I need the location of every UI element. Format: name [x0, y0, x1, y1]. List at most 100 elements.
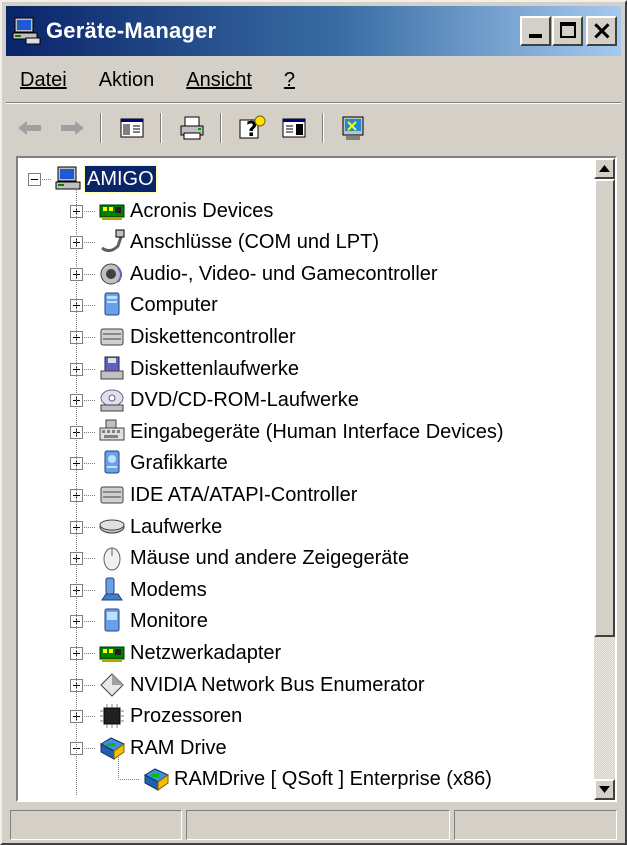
category-label[interactable]: Eingabegeräte (Human Interface Devices) — [128, 419, 506, 445]
tree-category-node[interactable]: NVIDIA Network Bus Enumerator — [18, 670, 595, 701]
status-pane-1 — [10, 810, 182, 840]
category-label[interactable]: Modems — [128, 577, 209, 603]
category-label[interactable]: NVIDIA Network Bus Enumerator — [128, 672, 427, 698]
forward-button[interactable] — [54, 110, 90, 146]
scan-hardware-button[interactable] — [336, 110, 372, 146]
controller-icon — [100, 486, 124, 504]
diamond-icon — [100, 672, 124, 697]
status-pane-3 — [454, 810, 617, 840]
print-icon — [180, 116, 204, 140]
maximize-icon — [560, 22, 576, 38]
toolbar-separator — [160, 113, 162, 143]
menu-ansicht-label: Ansicht — [186, 68, 252, 91]
device-tree-view[interactable]: AMIGO Acronis Devices Anschlüsse (COM und … — [16, 156, 617, 802]
minimize-button[interactable] — [520, 16, 551, 46]
scroll-down-button[interactable] — [594, 779, 615, 800]
tree-connector-line — [84, 431, 96, 433]
category-label[interactable]: Computer — [128, 292, 220, 318]
scroll-up-button[interactable] — [594, 158, 615, 179]
category-label[interactable]: Diskettenlaufwerke — [128, 356, 301, 382]
category-label[interactable]: Acronis Devices — [128, 198, 275, 224]
show-hide-console-tree-button[interactable] — [114, 110, 150, 146]
tree-category-node[interactable]: Monitore — [18, 606, 595, 637]
tree-connector-line — [84, 621, 96, 623]
category-label[interactable]: RAM Drive — [128, 735, 229, 761]
tree-connector-line — [84, 684, 96, 686]
tree-connector-line — [84, 589, 96, 591]
tree-root-node[interactable]: AMIGO — [18, 164, 595, 195]
help-button[interactable]: ? — [234, 110, 270, 146]
forward-arrow-icon — [61, 121, 84, 135]
maximize-button[interactable] — [552, 16, 583, 46]
window-title: Geräte-Manager — [46, 18, 217, 43]
scrollbar-thumb[interactable] — [594, 179, 615, 637]
menu-datei-label: Datei — [20, 68, 67, 91]
tree-category-node[interactable]: Modems — [18, 575, 595, 606]
tree-category-node[interactable]: Laufwerke — [18, 512, 595, 543]
root-collapse-button[interactable] — [28, 173, 41, 186]
category-label[interactable]: Diskettencontroller — [128, 324, 298, 350]
tree-connector-line — [84, 495, 96, 496]
tree-category-node[interactable]: Mäuse und andere Zeigegeräte — [18, 543, 595, 574]
root-label[interactable]: AMIGO — [84, 165, 157, 193]
category-label[interactable]: Audio-, Video- und Gamecontroller — [128, 261, 440, 287]
ram-drive-icon — [99, 737, 125, 760]
device-manager-icon — [12, 17, 41, 45]
menu-datei[interactable]: Datei — [6, 69, 79, 92]
port-icon — [101, 229, 125, 253]
tree-connector-line — [76, 188, 77, 796]
tree-category-node[interactable]: RAM Drive — [18, 733, 595, 764]
category-label[interactable]: DVD/CD-ROM-Laufwerke — [128, 387, 361, 413]
vertical-scrollbar[interactable] — [594, 158, 615, 800]
ram-drive-icon — [143, 768, 169, 792]
close-button[interactable]: × — [586, 16, 617, 46]
category-label[interactable]: Grafikkarte — [128, 450, 230, 476]
tree-connector-line — [84, 400, 96, 402]
category-label[interactable]: Laufwerke — [128, 514, 224, 540]
tree-connector-line — [118, 756, 119, 780]
menu-bar: Datei Aktion Ansicht ? — [6, 60, 621, 100]
category-label[interactable]: Netzwerkadapter — [128, 640, 283, 666]
tree-connector-line — [118, 779, 140, 781]
print-button[interactable] — [174, 110, 210, 146]
tree-category-node[interactable]: Eingabegeräte (Human Interface Devices) — [18, 417, 595, 448]
back-button[interactable] — [12, 110, 48, 146]
device-label[interactable]: RAMDrive [ QSoft ] Enterprise (x86) — [172, 766, 494, 792]
properties-button[interactable] — [276, 110, 312, 146]
tree-connector-line — [84, 305, 96, 307]
tree-connector-line — [84, 716, 96, 718]
network-card-icon — [99, 646, 125, 662]
title-bar[interactable]: Geräte-Manager × — [6, 6, 621, 56]
category-label[interactable]: Mäuse und andere Zeigegeräte — [128, 545, 411, 571]
category-label[interactable]: Anschlüsse (COM und LPT) — [128, 229, 381, 255]
close-icon: × — [591, 16, 613, 46]
tree-category-node[interactable]: Anschlüsse (COM und LPT) — [18, 227, 595, 258]
tree-category-node[interactable]: Computer — [18, 290, 595, 321]
tree-content: AMIGO Acronis Devices Anschlüsse (COM und … — [18, 158, 595, 800]
tree-category-node[interactable]: Diskettenlaufwerke — [18, 354, 595, 385]
tree-category-node[interactable]: Prozessoren — [18, 701, 595, 732]
tree-connector-line — [84, 242, 96, 244]
tree-category-node[interactable]: Acronis Devices — [18, 196, 595, 227]
menu-help[interactable]: ? — [272, 69, 307, 92]
tree-category-node[interactable]: IDE ATA/ATAPI-Controller — [18, 480, 595, 511]
tree-category-node[interactable]: Grafikkarte — [18, 448, 595, 479]
tree-connector-line — [84, 526, 96, 528]
menu-aktion[interactable]: Aktion — [87, 69, 167, 92]
scan-hardware-icon — [342, 116, 364, 140]
cd-drive-icon — [100, 389, 124, 412]
processor-icon — [100, 704, 124, 729]
category-label[interactable]: Monitore — [128, 608, 210, 634]
tree-category-node[interactable]: DVD/CD-ROM-Laufwerke — [18, 385, 595, 416]
floppy-drive-icon — [100, 356, 124, 380]
category-label[interactable]: Prozessoren — [128, 703, 244, 729]
category-label[interactable]: IDE ATA/ATAPI-Controller — [128, 482, 359, 508]
menu-ansicht[interactable]: Ansicht — [174, 69, 264, 92]
tree-device-node[interactable]: RAMDrive [ QSoft ] Enterprise (x86) — [18, 764, 595, 795]
tree-connector-line — [84, 653, 96, 654]
tree-category-node[interactable]: Diskettencontroller — [18, 322, 595, 353]
tree-category-node[interactable]: Audio-, Video- und Gamecontroller — [18, 259, 595, 290]
tree-category-node[interactable]: Netzwerkadapter — [18, 638, 595, 669]
menu-separator — [6, 102, 621, 104]
tree-connector-line — [84, 337, 96, 338]
